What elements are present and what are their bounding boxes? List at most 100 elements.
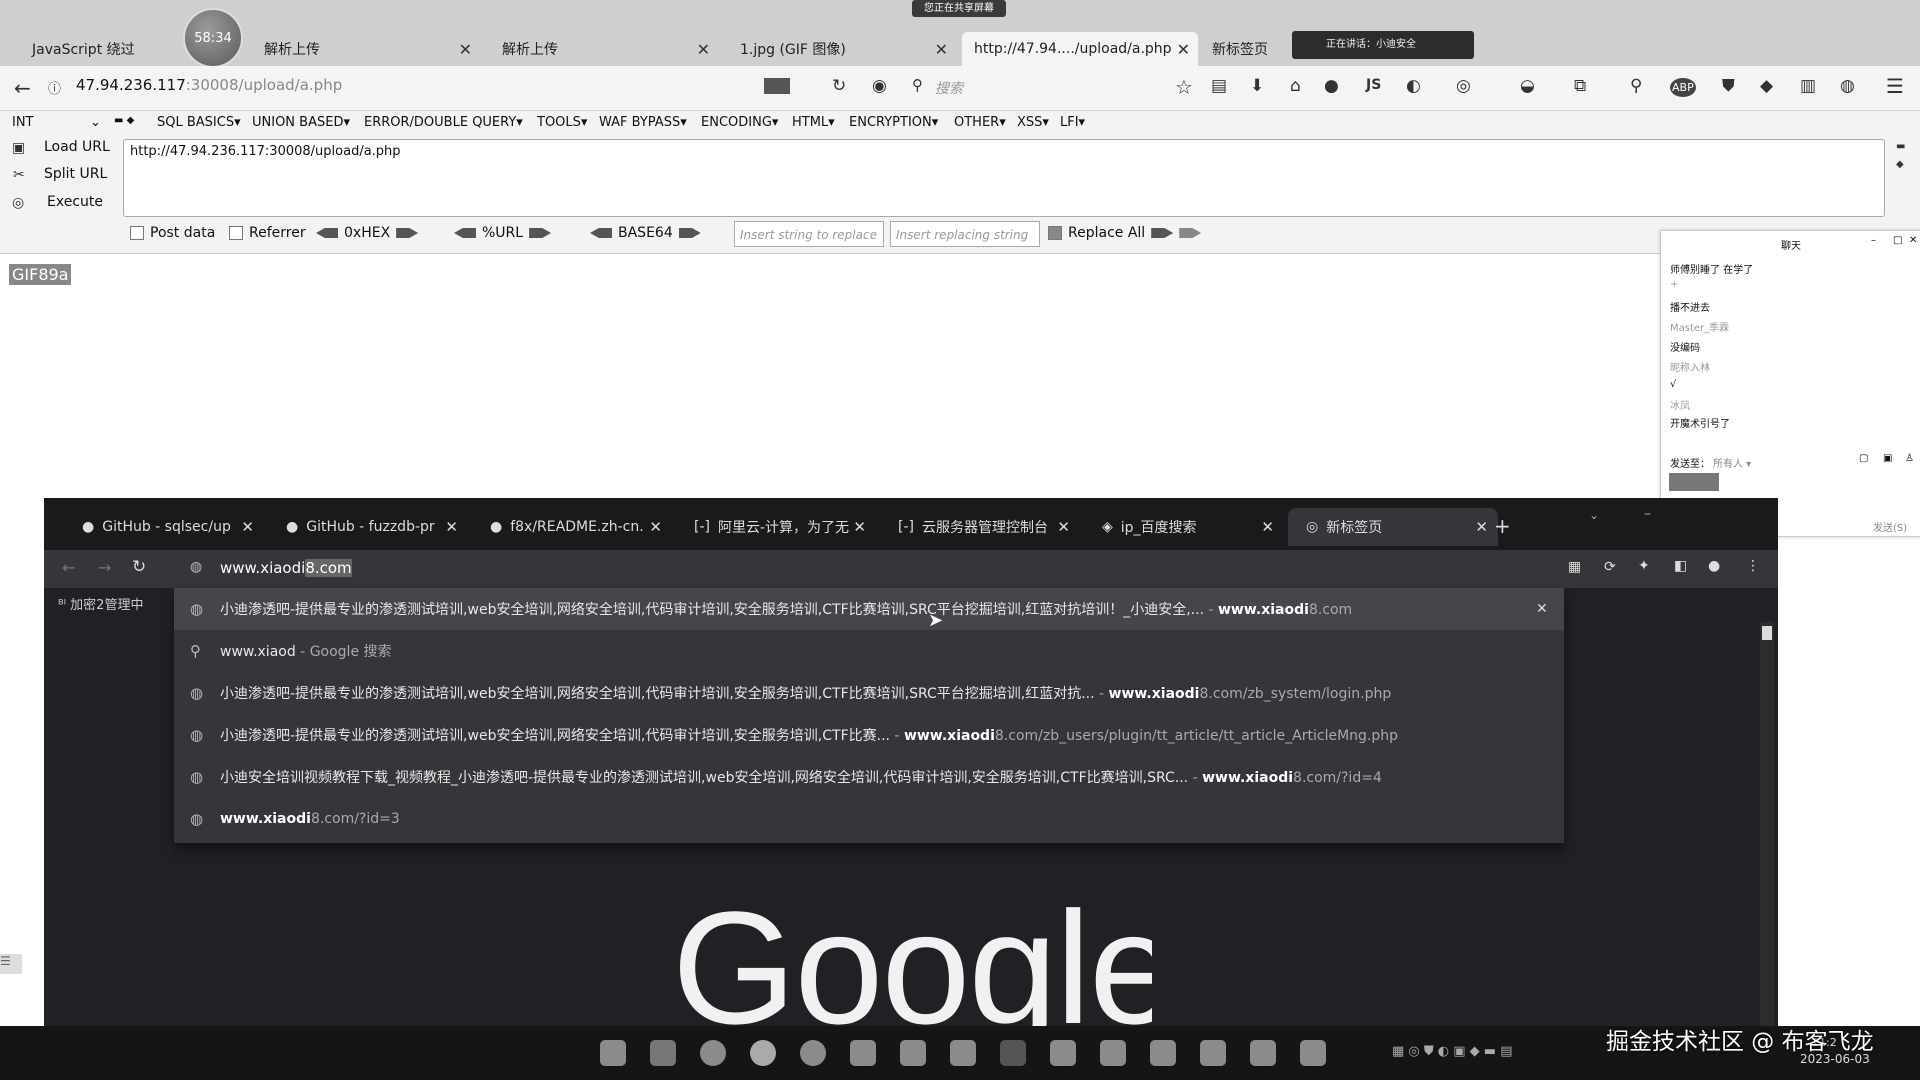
- reload-icon[interactable]: ↻: [132, 557, 146, 577]
- firefox-tab[interactable]: 解析上传 ✕: [252, 32, 480, 66]
- move-down-icon[interactable]: ◆: [1896, 159, 1904, 170]
- replace-find-input[interactable]: Insert string to replace: [734, 221, 884, 247]
- app-icon[interactable]: [1000, 1040, 1026, 1066]
- send-to-select[interactable]: 所有人 ▾: [1713, 455, 1751, 470]
- app-icon[interactable]: [850, 1040, 876, 1066]
- app-icon[interactable]: [1300, 1040, 1326, 1066]
- menu-encoding[interactable]: ENCODING▾: [701, 115, 778, 130]
- close-icon[interactable]: ✕: [649, 518, 662, 536]
- menu-tools[interactable]: TOOLS▾: [537, 115, 587, 130]
- sidebar-icon[interactable]: ◧: [1674, 558, 1687, 574]
- close-icon[interactable]: ✕: [853, 518, 866, 536]
- app-icon[interactable]: [950, 1040, 976, 1066]
- scrollbar-thumb[interactable]: [1762, 626, 1772, 640]
- adblock-icon[interactable]: ABP: [1670, 78, 1696, 97]
- chrome-tab[interactable]: ● GitHub - sqlsec/up ✕: [64, 508, 264, 546]
- decode-arrow-icon[interactable]: [454, 228, 476, 238]
- menu-other[interactable]: OTHER▾: [954, 115, 1006, 130]
- omnibox[interactable]: ◍ www.xiaodi8.com: [174, 550, 1564, 588]
- chevron-down-icon[interactable]: ⌄: [1589, 508, 1599, 522]
- chrome-tab[interactable]: [-] 阿里云-计算，为了无 ✕: [676, 508, 876, 546]
- firefox-icon[interactable]: [800, 1040, 826, 1066]
- puzzle-icon[interactable]: ✦: [1638, 558, 1650, 574]
- hackbar-type-select[interactable]: INT: [12, 115, 34, 130]
- chevron-down-icon[interactable]: ⌄: [90, 115, 101, 130]
- chrome-tab[interactable]: [-] 云服务器管理控制台 ✕: [880, 508, 1080, 546]
- firefox-tab[interactable]: 1.jpg (GIF 图像) ✕: [728, 32, 956, 66]
- folder-icon[interactable]: [650, 1040, 676, 1066]
- move-icon[interactable]: ▬ ◆: [114, 115, 134, 126]
- forward-arrow-icon[interactable]: →: [98, 558, 111, 577]
- replace-arrow-icon[interactable]: [1179, 228, 1202, 238]
- chat-tool-icon[interactable]: ♙: [1905, 453, 1914, 464]
- bookmark-item[interactable]: ᴮᴵ 加密2管理中: [58, 594, 143, 613]
- load-url-button[interactable]: Load URL: [44, 139, 110, 155]
- menu-icon[interactable]: ⋮: [1746, 558, 1760, 574]
- suggestion-item[interactable]: ◍ 小迪安全培训视频教程下载_视频教程_小迪渗透吧-提供最专业的渗透测试培训,w…: [174, 756, 1564, 798]
- extension-icon[interactable]: ◎: [1456, 76, 1471, 96]
- chat-tool-icon[interactable]: ▣: [1883, 453, 1892, 464]
- maximize-icon[interactable]: □: [1893, 235, 1902, 246]
- menu-sql-basics[interactable]: SQL BASICS▾: [157, 115, 241, 130]
- extension-icon[interactable]: ◆: [1760, 76, 1773, 96]
- close-icon[interactable]: ✕: [1475, 518, 1488, 536]
- menu-encryption[interactable]: ENCRYPTION▾: [849, 115, 938, 130]
- screenshot-icon[interactable]: [764, 78, 790, 94]
- hackbar-url-textarea[interactable]: http://47.94.236.117:30008/upload/a.php: [123, 139, 1885, 217]
- menu-lfi[interactable]: LFI▾: [1060, 115, 1085, 130]
- replace-arrow-icon[interactable]: [1151, 228, 1174, 238]
- menu-xss[interactable]: XSS▾: [1017, 115, 1049, 130]
- remove-suggestion-icon[interactable]: ✕: [1536, 601, 1548, 617]
- side-widget-icon[interactable]: ☰: [0, 954, 22, 974]
- close-icon[interactable]: ✕: [1057, 518, 1070, 536]
- decode-arrow-icon[interactable]: [316, 228, 338, 238]
- suggestion-item[interactable]: ⚲ www.xiaod - Google 搜索: [174, 630, 1564, 672]
- edge-icon[interactable]: [700, 1040, 726, 1066]
- replace-all-option[interactable]: Replace All: [1048, 225, 1202, 241]
- split-url-button[interactable]: Split URL: [44, 166, 107, 182]
- extension-icon[interactable]: ⧉: [1574, 76, 1586, 96]
- extension-icon[interactable]: ◍: [1840, 76, 1855, 96]
- sublime-icon[interactable]: [1200, 1040, 1226, 1066]
- search-input[interactable]: 搜索: [935, 78, 963, 98]
- execute-button[interactable]: Execute: [47, 194, 103, 210]
- menu-icon[interactable]: ☰: [1886, 74, 1904, 98]
- post-data-checkbox[interactable]: [130, 226, 144, 240]
- extension-icon[interactable]: ◒: [1520, 76, 1535, 96]
- address-bar[interactable]: 47.94.236.117:30008/upload/a.php: [76, 76, 1326, 100]
- extension-icon[interactable]: ⟳: [1604, 559, 1616, 575]
- home-icon[interactable]: ⌂: [1290, 76, 1301, 96]
- app-icon[interactable]: [900, 1040, 926, 1066]
- globe-icon[interactable]: ●: [1324, 76, 1339, 96]
- minimize-icon[interactable]: –: [1644, 506, 1651, 522]
- zoom-icon[interactable]: ⚲: [1630, 76, 1642, 96]
- extension-icon[interactable]: ▦: [1568, 559, 1581, 575]
- suggestion-item[interactable]: ◍ 小迪渗透吧-提供最专业的渗透测试培训,web安全培训,网络安全培训,代码审计…: [174, 672, 1564, 714]
- menu-error-double-query[interactable]: ERROR/DOUBLE QUERY▾: [364, 115, 523, 130]
- menu-waf-bypass[interactable]: WAF BYPASS▾: [599, 115, 687, 130]
- referrer-option[interactable]: Referrer: [229, 225, 306, 241]
- close-icon[interactable]: ✕: [445, 518, 458, 536]
- chat-tool-icon[interactable]: ▢: [1859, 453, 1868, 464]
- minimize-icon[interactable]: –: [1871, 235, 1876, 246]
- extension-icon[interactable]: ◐: [1406, 76, 1421, 96]
- suggestion-item[interactable]: ◍ 小迪渗透吧-提供最专业的渗透测试培训,web安全培训,网络安全培训,代码审计…: [174, 588, 1564, 630]
- send-button[interactable]: 发送(S): [1873, 519, 1907, 534]
- chrome-tab[interactable]: ● GitHub - fuzzdb-pr ✕: [268, 508, 468, 546]
- close-icon[interactable]: ✕: [459, 40, 472, 59]
- start-icon[interactable]: [600, 1040, 626, 1066]
- info-icon[interactable]: ⓘ: [48, 78, 61, 97]
- profile-icon[interactable]: ●: [1708, 558, 1720, 574]
- shield-icon[interactable]: ⛊: [1722, 76, 1735, 96]
- app-icon[interactable]: [1050, 1040, 1076, 1066]
- close-icon[interactable]: ✕: [1261, 518, 1274, 536]
- firefox-tab[interactable]: 新标签页: [1200, 32, 1286, 66]
- suggestion-item[interactable]: ◍ 小迪渗透吧-提供最专业的渗透测试培训,web安全培训,网络安全培训,代码审计…: [174, 714, 1564, 756]
- scrollbar[interactable]: [1760, 622, 1774, 1026]
- javascript-toggle-icon[interactable]: JS: [1366, 77, 1381, 93]
- menu-html[interactable]: HTML▾: [792, 115, 835, 130]
- close-icon[interactable]: ✕: [1909, 235, 1917, 246]
- encode-arrow-icon[interactable]: [529, 228, 552, 238]
- move-up-icon[interactable]: ▬: [1896, 141, 1905, 152]
- referrer-checkbox[interactable]: [229, 226, 243, 240]
